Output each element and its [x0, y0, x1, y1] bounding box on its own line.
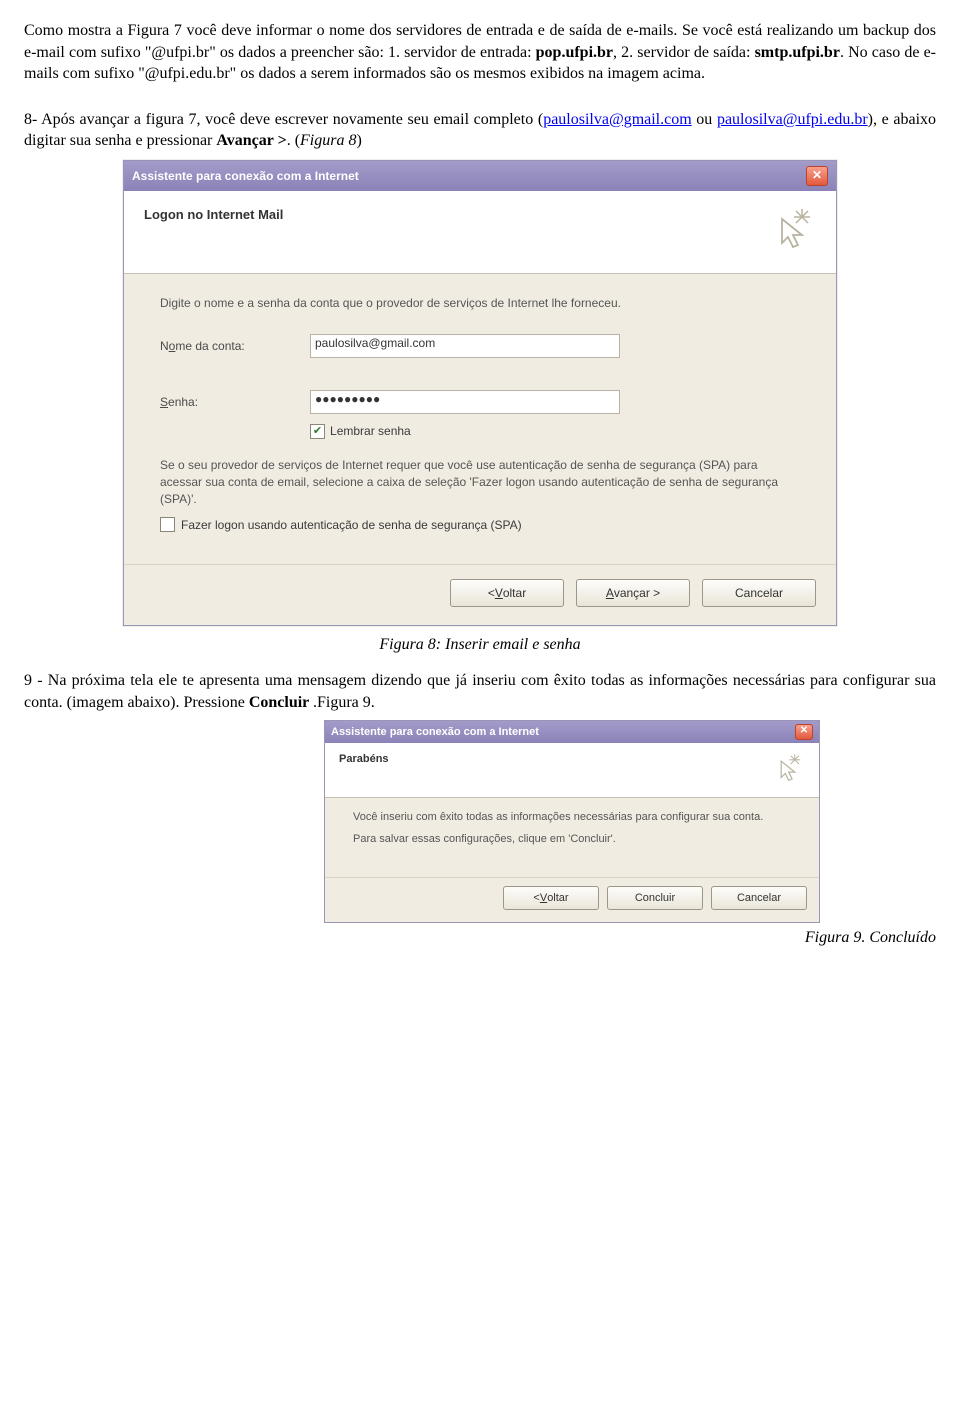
text: oltar: [547, 892, 568, 904]
text: , 2. servidor de saída:: [613, 44, 755, 61]
text: 9 - Na próxima tela ele te apresenta uma…: [24, 672, 936, 711]
text: enha:: [168, 395, 198, 409]
spa-checkbox-row: ✔ Fazer logon usando autenticação de sen…: [160, 517, 800, 532]
text: 8- Após avançar a figura 7, você deve es…: [24, 111, 543, 128]
figure-9-caption: Figura 9. Concluído: [24, 929, 936, 947]
account-input[interactable]: paulosilva@gmail.com: [310, 334, 620, 358]
remember-label: Lembrar senha: [330, 424, 411, 438]
spa-checkbox[interactable]: ✔: [160, 517, 175, 532]
next-button[interactable]: Avançar >: [576, 579, 690, 607]
button-row: < Voltar Concluir Cancelar: [325, 877, 819, 922]
success-text: Você inseriu com êxito todas as informaç…: [353, 810, 791, 825]
wizard-dialog-congrats: Assistente para conexão com a Internet ✕…: [324, 720, 820, 924]
dialog-title: Assistente para conexão com a Internet: [132, 169, 359, 183]
remember-password-row: ✔ Lembrar senha: [310, 424, 800, 439]
text: vançar >: [614, 586, 660, 600]
wizard-dialog-logon: Assistente para conexão com a Internet ✕…: [123, 160, 837, 626]
back-button[interactable]: < Voltar: [450, 579, 564, 607]
text-underline: L: [330, 424, 337, 438]
text-bold: Avançar >: [216, 132, 286, 149]
text-underline: V: [540, 892, 547, 904]
text-italic: Figura 8: [300, 132, 356, 149]
email-link-gmail[interactable]: paulosilva@gmail.com: [543, 111, 691, 128]
text: .Figura 9.: [313, 694, 375, 711]
close-icon: ✕: [800, 725, 808, 736]
account-row: Nome da conta: paulosilva@gmail.com: [160, 334, 800, 358]
email-link-ufpi[interactable]: paulosilva@ufpi.edu.br: [717, 111, 868, 128]
close-button[interactable]: ✕: [806, 166, 828, 186]
finish-button[interactable]: Concluir: [607, 886, 703, 910]
titlebar: Assistente para conexão com a Internet ✕: [325, 721, 819, 743]
text: ): [356, 132, 361, 149]
text: me da conta:: [175, 339, 244, 353]
account-label: Nome da conta:: [160, 339, 310, 353]
text-bold: Concluir: [249, 694, 313, 711]
text: . (: [287, 132, 300, 149]
password-input[interactable]: ●●●●●●●●●: [310, 390, 620, 414]
body-pane: Digite o nome e a senha da conta que o p…: [124, 274, 836, 564]
header-title: Logon no Internet Mail: [144, 207, 283, 251]
header-title: Parabéns: [339, 753, 389, 783]
remember-checkbox[interactable]: ✔: [310, 424, 325, 439]
text-underline: S: [160, 395, 168, 409]
text-underline: A: [606, 586, 614, 600]
text: N: [160, 339, 169, 353]
text: embrar senha: [337, 424, 411, 438]
password-row: Senha: ●●●●●●●●●: [160, 390, 800, 414]
password-label: Senha:: [160, 395, 310, 409]
text-underline: V: [495, 586, 503, 600]
paragraph-2: 8- Após avançar a figura 7, você deve es…: [24, 109, 936, 152]
text: oltar: [503, 586, 526, 600]
description-text: Digite o nome e a senha da conta que o p…: [160, 296, 800, 310]
header-pane: Parabéns: [325, 743, 819, 798]
save-text: Para salvar essas configurações, clique …: [353, 832, 791, 847]
text-bold: pop.ufpi.br: [536, 44, 613, 61]
spa-label: Fazer logon usando autenticação de senha…: [181, 518, 522, 532]
dialog-title: Assistente para conexão com a Internet: [331, 726, 539, 738]
close-button[interactable]: ✕: [795, 724, 813, 740]
cancel-button[interactable]: Cancelar: [702, 579, 816, 607]
back-button[interactable]: < Voltar: [503, 886, 599, 910]
paragraph-1: Como mostra a Figura 7 você deve informa…: [24, 20, 936, 85]
cancel-button[interactable]: Cancelar: [711, 886, 807, 910]
spa-info-text: Se o seu provedor de serviços de Interne…: [160, 457, 800, 507]
cursor-sparkle-icon: [771, 753, 805, 783]
titlebar: Assistente para conexão com a Internet ✕: [124, 161, 836, 191]
paragraph-3: 9 - Na próxima tela ele te apresenta uma…: [24, 670, 936, 713]
text-bold: smtp.ufpi.br: [755, 44, 840, 61]
close-icon: ✕: [812, 168, 822, 182]
figure-8-caption: Figura 8: Inserir email e senha: [24, 636, 936, 654]
text: <: [488, 586, 495, 600]
body-pane: Você inseriu com êxito todas as informaç…: [325, 798, 819, 878]
button-row: < Voltar Avançar > Cancelar: [124, 564, 836, 625]
header-pane: Logon no Internet Mail: [124, 191, 836, 274]
cursor-sparkle-icon: [768, 207, 816, 251]
text: ou: [692, 111, 717, 128]
